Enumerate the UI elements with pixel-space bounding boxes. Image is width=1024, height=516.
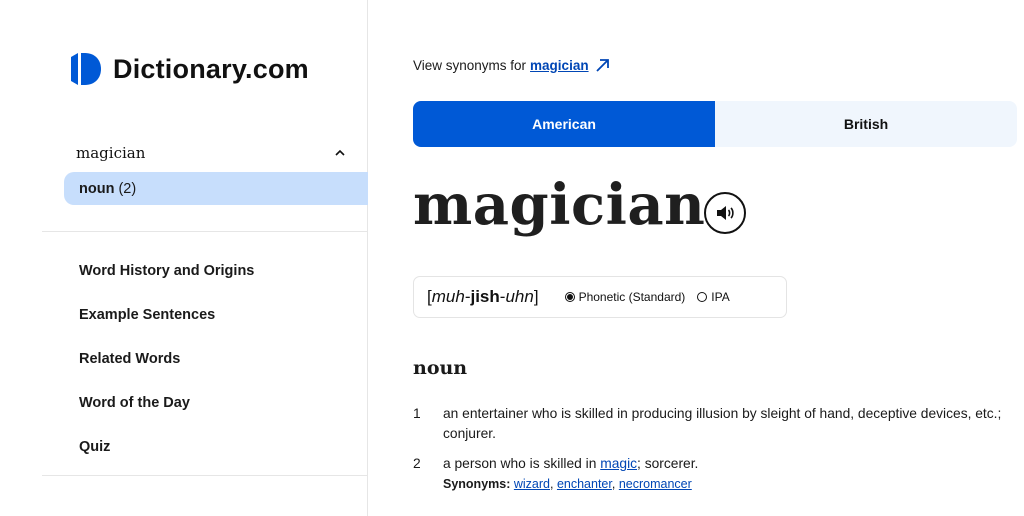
sidebar-item-quiz[interactable]: Quiz	[79, 439, 110, 455]
dialect-toggle: American British	[413, 101, 1017, 147]
tab-american[interactable]: American	[413, 101, 715, 147]
sidebar-item-word-history[interactable]: Word History and Origins	[79, 263, 254, 279]
synonym-link[interactable]: necromancer	[619, 477, 692, 491]
pronunciation-text: [muh-jish-uhn]	[427, 287, 539, 306]
view-synonyms: View synonyms for magician	[413, 57, 610, 73]
definition-number: 2	[413, 456, 421, 471]
sidebar-pos-count: (2)	[118, 180, 137, 197]
synonyms-label: Synonyms:	[443, 477, 511, 491]
site-name: Dictionary.com	[113, 53, 309, 84]
definition-text: an entertainer who is skilled in produci…	[443, 406, 1002, 441]
pronunciation-audio-button[interactable]	[704, 192, 746, 234]
definition-number: 1	[413, 406, 421, 421]
definition-text: a person who is skilled in magic; sorcer…	[443, 456, 699, 471]
sidebar-item-word-of-the-day[interactable]: Word of the Day	[79, 395, 190, 411]
radio-phonetic[interactable]: Phonetic (Standard)	[564, 290, 685, 304]
sidebar: Dictionary.com magician noun (2) Word Hi…	[0, 0, 368, 516]
chevron-up-icon[interactable]	[334, 147, 346, 159]
sidebar-pos-label: noun	[79, 180, 115, 197]
view-synonyms-prefix: View synonyms for	[413, 57, 527, 73]
radio-selected-icon	[564, 292, 575, 302]
synonym-link[interactable]: enchanter	[557, 477, 612, 491]
synonym-link[interactable]: wizard	[514, 477, 550, 491]
dictionary-logo-icon	[71, 53, 101, 85]
tab-british[interactable]: British	[715, 101, 1017, 147]
sidebar-word-toggle[interactable]: magician	[76, 144, 346, 162]
part-of-speech-heading: noun	[413, 357, 468, 379]
sidebar-item-related-words[interactable]: Related Words	[79, 351, 180, 367]
divider	[42, 475, 368, 476]
synonyms-line: Synonyms: wizard, enchanter, necromancer	[443, 477, 692, 491]
sidebar-item-example-sentences[interactable]: Example Sentences	[79, 307, 215, 323]
pronunciation-box: [muh-jish-uhn] Phonetic (Standard) IPA	[413, 276, 787, 318]
definition-link-magic[interactable]: magic	[600, 456, 637, 471]
headword: magician	[413, 172, 706, 238]
speaker-icon	[717, 206, 734, 220]
arrow-up-right-icon[interactable]	[594, 57, 610, 73]
sidebar-item-noun[interactable]: noun (2)	[64, 172, 368, 205]
radio-ipa[interactable]: IPA	[697, 290, 730, 304]
view-synonyms-link[interactable]: magician	[530, 58, 589, 73]
site-logo[interactable]: Dictionary.com	[71, 53, 309, 85]
radio-unselected-icon	[697, 292, 708, 302]
divider	[42, 231, 368, 232]
sidebar-word-label: magician	[76, 144, 146, 162]
